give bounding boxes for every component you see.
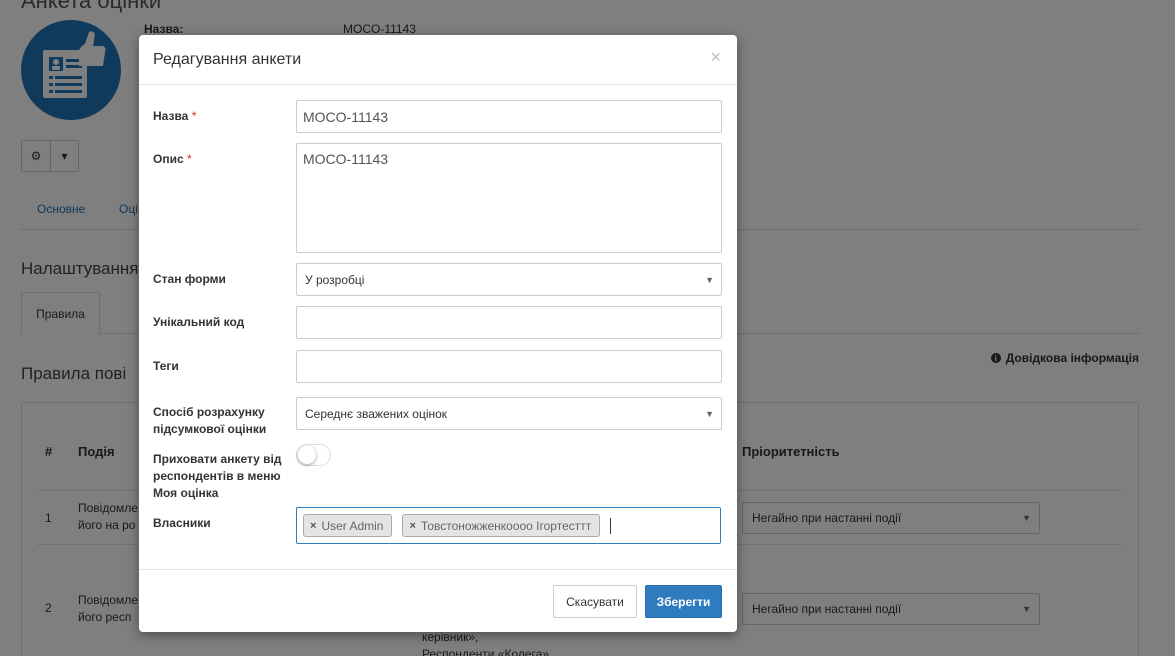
name-input[interactable]: MOCO-11143 (296, 100, 722, 133)
modal-title: Редагування анкети (153, 51, 302, 68)
cancel-button[interactable]: Скасувати (553, 585, 637, 618)
owners-label: Власники (153, 516, 211, 530)
name-input-value: MOCO-11143 (303, 108, 389, 125)
unique-code-label: Унікальний код (153, 315, 245, 329)
required-marker: * (186, 152, 192, 166)
form-state-select[interactable]: У розробці ▼ (296, 263, 722, 296)
description-label-text: Опис (153, 152, 184, 166)
edit-survey-modal: Редагування анкети × Назва * MOCO-11143 … (139, 35, 737, 632)
required-marker: * (191, 109, 197, 123)
modal-header: Редагування анкети × (139, 35, 737, 85)
form-state-label: Стан форми (153, 272, 226, 286)
hide-survey-label: Приховати анкету від респондентів в меню… (153, 452, 282, 500)
description-textarea[interactable]: MOCO-11143 (296, 143, 722, 253)
owner-tag: × User Admin (303, 514, 393, 537)
tags-input[interactable] (296, 350, 722, 383)
owners-multiselect[interactable]: × User Admin × Товстоножженкоооо Ігортес… (296, 507, 721, 544)
toggle-knob (298, 446, 316, 464)
modal-footer: Скасувати Зберегти (139, 569, 737, 632)
description-label: Опис * (153, 151, 288, 168)
hide-survey-toggle[interactable] (296, 444, 331, 466)
caret-down-icon: ▼ (705, 274, 714, 285)
tags-label: Теги (153, 359, 179, 373)
calc-method-select-value: Середнє зважених оцінок (305, 406, 448, 421)
owner-tag-label: Товстоножженкоооо Ігортесттт (420, 518, 592, 533)
owner-tag-label: User Admin (321, 518, 384, 533)
calc-method-select[interactable]: Середнє зважених оцінок ▼ (296, 397, 722, 430)
text-cursor (610, 517, 612, 534)
calc-method-label: Спосіб розрахунку підсумкової оцінки (153, 405, 267, 436)
save-button[interactable]: Зберегти (645, 585, 722, 618)
remove-tag-icon[interactable]: × (310, 520, 316, 532)
close-icon[interactable]: × (710, 47, 721, 68)
name-label: Назва * (153, 108, 288, 125)
name-label-text: Назва (153, 109, 189, 123)
unique-code-input[interactable] (296, 306, 722, 339)
description-textarea-value: MOCO-11143 (303, 151, 389, 167)
caret-down-icon: ▼ (705, 408, 714, 419)
form-state-select-value: У розробці (305, 272, 365, 287)
remove-tag-icon[interactable]: × (409, 520, 415, 532)
owner-tag: × Товстоножженкоооо Ігортесттт (402, 514, 601, 537)
